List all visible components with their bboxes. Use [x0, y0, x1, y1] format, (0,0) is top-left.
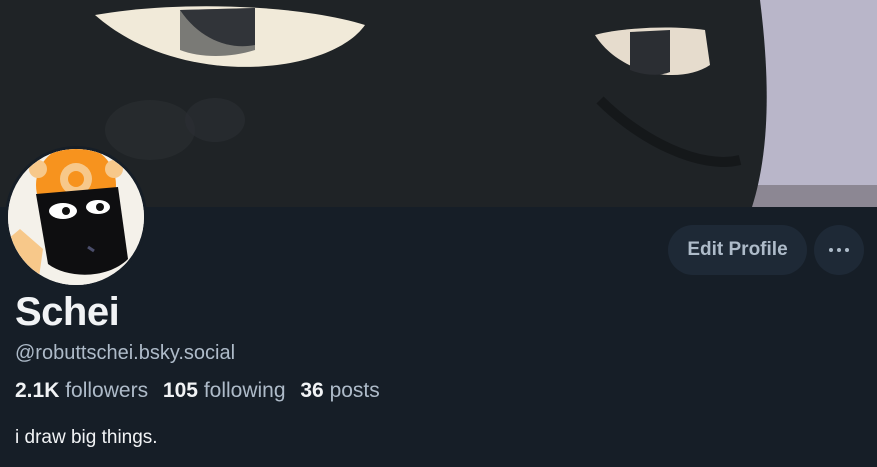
posts-count-stat: 36 posts: [300, 379, 379, 402]
edit-profile-button[interactable]: Edit Profile: [668, 225, 807, 275]
profile-banner[interactable]: [0, 0, 877, 207]
posts-count: 36: [300, 379, 324, 402]
followers-link[interactable]: 2.1K followers: [15, 379, 148, 402]
following-count: 105: [162, 379, 198, 402]
profile-bio: i draw big things.: [15, 427, 158, 448]
following-label: following: [203, 379, 286, 402]
followers-count: 2.1K: [15, 379, 60, 402]
posts-label: posts: [329, 379, 380, 402]
ellipsis-icon: [829, 248, 849, 252]
banner-image: [0, 0, 877, 207]
profile-handle: @robuttschei.bsky.social: [15, 342, 236, 364]
avatar-image: [8, 149, 144, 285]
profile-avatar[interactable]: [8, 149, 144, 285]
followers-label: followers: [65, 379, 149, 402]
more-options-button[interactable]: [814, 225, 864, 275]
following-link[interactable]: 105 following: [163, 379, 286, 402]
profile-stats: 2.1K followers 105 following 36 posts: [15, 379, 389, 403]
display-name: Schei: [15, 290, 120, 334]
